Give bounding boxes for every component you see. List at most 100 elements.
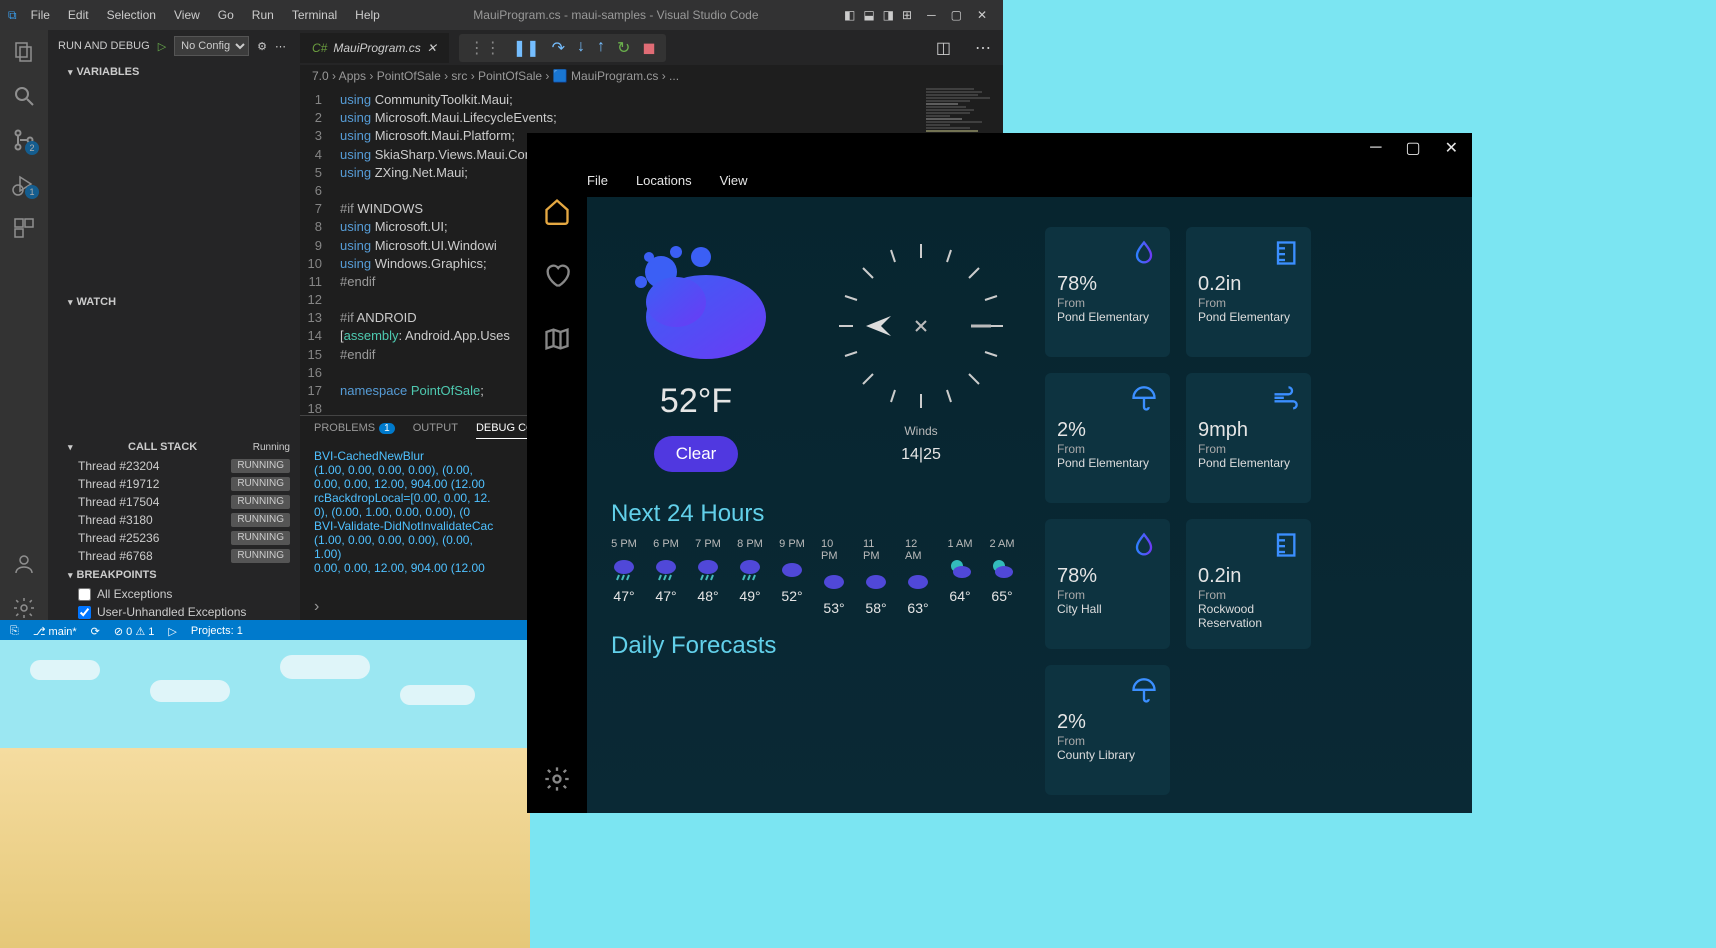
output-tab[interactable]: OUTPUT xyxy=(413,422,458,439)
panel-left-icon[interactable]: ◧ xyxy=(844,8,855,22)
stop-icon[interactable]: ◼ xyxy=(642,38,655,58)
hour-forecast[interactable]: 7 PM48° xyxy=(695,538,721,616)
editor-tab[interactable]: C# MauiProgram.cs ✕ xyxy=(300,33,449,63)
more-actions-icon[interactable]: ⋯ xyxy=(963,38,1003,58)
hour-forecast[interactable]: 12 AM63° xyxy=(905,538,931,616)
menu-locations[interactable]: Locations xyxy=(636,173,692,188)
map-icon[interactable] xyxy=(543,325,571,353)
thread-row[interactable]: Thread #3180RUNNING xyxy=(48,511,300,529)
source-control-icon[interactable]: 2 xyxy=(12,128,36,152)
breakpoints-section[interactable]: BREAKPOINTS xyxy=(48,565,300,585)
stat-card[interactable]: 0.2inFromPond Elementary xyxy=(1186,227,1311,357)
search-icon[interactable] xyxy=(12,84,36,108)
config-select[interactable]: No Config xyxy=(174,36,249,56)
hour-forecast[interactable]: 11 PM58° xyxy=(863,538,889,616)
thread-row[interactable]: Thread #19712RUNNING xyxy=(48,475,300,493)
debug-target-icon[interactable]: ▷ xyxy=(168,625,176,638)
stat-card[interactable]: 9mphFromPond Elementary xyxy=(1186,373,1311,503)
branch-indicator[interactable]: ⎇ main* xyxy=(33,625,77,638)
stat-card[interactable]: 0.2inFromRockwood Reservation xyxy=(1186,519,1311,649)
layout-icon[interactable]: ⊞ xyxy=(902,8,912,22)
ruler-icon xyxy=(1271,531,1299,559)
more-icon[interactable]: ⋯ xyxy=(275,40,286,53)
maximize-button[interactable]: ▢ xyxy=(1405,138,1420,158)
hour-forecast[interactable]: 5 PM47° xyxy=(611,538,637,616)
hour-forecast[interactable]: 1 AM64° xyxy=(947,538,973,616)
close-button[interactable]: ✕ xyxy=(1445,138,1458,158)
bp-all-exceptions[interactable]: All Exceptions xyxy=(48,585,300,603)
stat-card[interactable]: 78%FromCity Hall xyxy=(1045,519,1170,649)
home-icon[interactable] xyxy=(543,197,571,225)
thread-row[interactable]: Thread #23204RUNNING xyxy=(48,457,300,475)
menu-view[interactable]: View xyxy=(720,173,748,188)
panel-bottom-icon[interactable]: ⬓ xyxy=(863,8,874,22)
hour-forecast[interactable]: 9 PM52° xyxy=(779,538,805,616)
menu-file[interactable]: File xyxy=(587,173,608,188)
debug-drag-icon[interactable]: ⋮⋮ xyxy=(469,38,501,58)
close-button[interactable]: ✕ xyxy=(977,8,987,22)
thread-row[interactable]: Thread #25236RUNNING xyxy=(48,529,300,547)
run-debug-icon[interactable]: 1 xyxy=(12,172,36,196)
split-editor-icon[interactable]: ◫ xyxy=(924,38,963,58)
scm-badge: 2 xyxy=(25,141,39,155)
step-over-icon[interactable]: ↷ xyxy=(552,38,565,58)
stat-card[interactable]: 2%FromPond Elementary xyxy=(1045,373,1170,503)
variables-section[interactable]: VARIABLES xyxy=(48,62,300,82)
callstack-section[interactable]: CALL STACK Running xyxy=(48,437,300,457)
thread-status: RUNNING xyxy=(231,549,290,563)
weather-window: ─ ▢ ✕ File Locations View xyxy=(527,133,1472,813)
sync-icon[interactable]: ⟳ xyxy=(91,625,100,638)
pause-icon[interactable]: ❚❚ xyxy=(513,38,540,58)
panel-right-icon[interactable]: ◨ xyxy=(883,8,894,22)
minimize-button[interactable]: ─ xyxy=(1370,139,1381,157)
step-out-icon[interactable]: ↑ xyxy=(597,38,605,58)
start-debug-icon[interactable]: ▷ xyxy=(158,40,166,53)
hour-forecast[interactable]: 6 PM47° xyxy=(653,538,679,616)
menu-edit[interactable]: Edit xyxy=(60,4,97,26)
account-icon[interactable] xyxy=(12,552,36,576)
menu-terminal[interactable]: Terminal xyxy=(284,4,345,26)
projects-indicator[interactable]: Projects: 1 xyxy=(191,625,243,637)
explorer-icon[interactable] xyxy=(12,40,36,64)
hour-temp: 53° xyxy=(823,600,844,616)
menu-go[interactable]: Go xyxy=(210,4,242,26)
problems-tab[interactable]: PROBLEMS1 xyxy=(314,422,395,439)
error-warning-indicator[interactable]: ⊘ 0 ⚠ 1 xyxy=(114,625,155,638)
thread-row[interactable]: Thread #6768RUNNING xyxy=(48,547,300,565)
extensions-icon[interactable] xyxy=(12,216,36,240)
menu-help[interactable]: Help xyxy=(347,4,388,26)
menu-view[interactable]: View xyxy=(166,4,208,26)
hour-forecast[interactable]: 8 PM49° xyxy=(737,538,763,616)
menu-run[interactable]: Run xyxy=(244,4,282,26)
hour-forecast[interactable]: 2 AM65° xyxy=(989,538,1015,616)
daily-forecasts-title: Daily Forecasts xyxy=(611,632,1015,660)
restart-icon[interactable]: ↻ xyxy=(617,38,630,58)
stat-card[interactable]: 78%FromPond Elementary xyxy=(1045,227,1170,357)
settings-gear-icon[interactable] xyxy=(12,596,36,620)
menu-selection[interactable]: Selection xyxy=(99,4,164,26)
gear-icon[interactable]: ⚙ xyxy=(257,40,267,53)
breadcrumb[interactable]: 7.0 › Apps › PointOfSale › src › PointOf… xyxy=(300,65,1003,87)
weather-sidebar xyxy=(527,197,587,813)
bp-all-checkbox[interactable] xyxy=(78,588,91,601)
stat-card[interactable]: 2%FromCounty Library xyxy=(1045,665,1170,795)
hour-forecast[interactable]: 10 PM53° xyxy=(821,538,847,616)
heart-icon[interactable] xyxy=(543,261,571,289)
close-tab-icon[interactable]: ✕ xyxy=(427,41,437,55)
settings-icon[interactable] xyxy=(543,765,571,793)
bp-user-checkbox[interactable] xyxy=(78,606,91,619)
bp-user-unhandled[interactable]: User-Unhandled Exceptions xyxy=(48,603,300,621)
maximize-button[interactable]: ▢ xyxy=(951,8,962,22)
thread-name: Thread #25236 xyxy=(78,531,159,545)
weather-left-panel: 52°F Clear xyxy=(611,227,1015,803)
condition-button[interactable]: Clear xyxy=(654,436,739,472)
menu-file[interactable]: File xyxy=(23,4,58,26)
watch-section[interactable]: WATCH xyxy=(48,292,300,312)
stat-value: 0.2in xyxy=(1198,565,1299,588)
thread-row[interactable]: Thread #17504RUNNING xyxy=(48,493,300,511)
minimize-button[interactable]: ─ xyxy=(927,8,936,22)
remote-icon[interactable]: ⎘ xyxy=(10,625,19,638)
layout-icons: ◧ ⬓ ◨ ⊞ xyxy=(844,8,912,22)
thread-status: RUNNING xyxy=(231,477,290,491)
step-into-icon[interactable]: ↓ xyxy=(577,38,585,58)
